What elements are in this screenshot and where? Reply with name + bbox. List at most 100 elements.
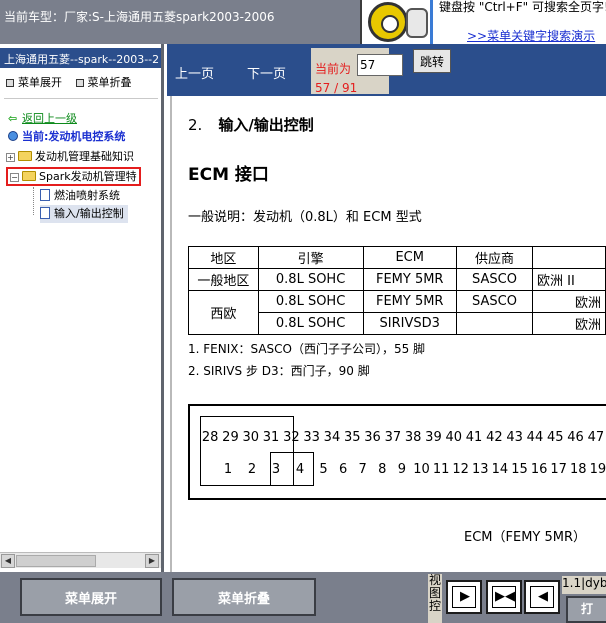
table-header: 引擎 xyxy=(257,246,364,269)
view-split-button[interactable]: ▶◀ xyxy=(486,580,522,614)
connector-pin-label: 4 xyxy=(295,462,305,477)
connector-pin-label: 42 xyxy=(486,430,503,445)
connector-pin-label: 11 xyxy=(432,462,450,477)
connector-pin-label: 29 xyxy=(222,430,239,445)
note-fenix: 1. FENIX：SASCO（西门子子公司），55 脚 xyxy=(188,342,426,356)
keyword-search-demo-link[interactable]: >>菜单关键字搜索演示 xyxy=(467,27,595,44)
connector-pin-label: 7 xyxy=(358,462,367,477)
back-up-level-link[interactable]: ⇦ 返回上一级 xyxy=(8,110,77,128)
expand-icon xyxy=(6,79,14,87)
document-icon xyxy=(40,189,50,201)
tree-item-spark-engine-management[interactable]: − Spark发动机管理特 xyxy=(6,167,141,186)
connector-pin-label: 46 xyxy=(567,430,584,445)
current-page-label: 当前为 xyxy=(315,62,352,76)
connector-pin-label: 3 xyxy=(271,462,281,477)
connector-pin-label: 44 xyxy=(526,430,544,445)
collapse-icon xyxy=(75,79,84,87)
expand-plus-icon[interactable]: + xyxy=(6,153,15,162)
ecm-diagram-caption: ECM（FEMY 5MR） xyxy=(464,530,587,545)
globe-icon xyxy=(8,131,18,141)
connector-pin-label: 43 xyxy=(506,430,523,445)
menu-collapse-button[interactable]: 菜单折叠 xyxy=(172,578,316,616)
table-cell: 欧洲 xyxy=(532,290,606,313)
connector-pin-label: 32 xyxy=(283,430,300,445)
connector-pin-label: 2 xyxy=(247,462,257,477)
status-text: 1.1|dyb xyxy=(562,576,606,594)
connector-pin-label: 34 xyxy=(323,430,341,445)
split-view-icon: ▶◀ xyxy=(495,589,515,604)
next-page-link[interactable]: 下一页 xyxy=(247,63,286,82)
scroll-right-icon[interactable]: ▶ xyxy=(145,554,159,568)
table-header: 地区 xyxy=(188,246,259,269)
view-control-label: 视图控 xyxy=(428,574,442,623)
view-left-button[interactable]: ◀ xyxy=(524,580,560,614)
note-sirivs: 2. SIRIVS 步 D3：西门子，90 脚 xyxy=(188,364,370,378)
tree-item-fuel-injection[interactable]: 燃油喷射系统 xyxy=(40,187,120,205)
connector-pin-label: 8 xyxy=(378,462,387,477)
connector-pin-label: 5 xyxy=(319,462,328,477)
page-count: 57 / 91 xyxy=(315,81,358,95)
page-number-input[interactable] xyxy=(357,54,403,76)
engine-ecm-table: 地区 引擎 ECM 供应商 一般地区 0.8L SOHC FEMY 5MR SA… xyxy=(188,246,606,335)
table-cell: FEMY 5MR xyxy=(362,268,457,291)
connector-pin-label: 14 xyxy=(491,462,509,477)
connector-pin-label: 10 xyxy=(413,462,430,477)
connector-pin-label: 38 xyxy=(404,430,422,445)
table-cell: 西欧 xyxy=(188,290,259,335)
prev-page-link[interactable]: 上一页 xyxy=(175,63,214,82)
collapse-minus-icon[interactable]: − xyxy=(10,173,19,182)
menu-toolbar: 菜单展开 菜单折叠 xyxy=(6,74,142,90)
table-cell xyxy=(455,312,534,335)
table-header-row: 地区 引擎 ECM 供应商 xyxy=(188,246,606,269)
horizontal-scrollbar[interactable]: ◀ ▶ xyxy=(0,552,161,568)
menu-expand-link[interactable]: 菜单展开 xyxy=(6,74,62,90)
scroll-thumb[interactable] xyxy=(16,555,96,567)
table-cell: 一般地区 xyxy=(188,268,259,291)
connector-pin-label: 1 xyxy=(223,462,233,477)
top-bar: 当前车型：厂家:S-上海通用五菱spark2003-2006 键盘按 "Ctrl… xyxy=(0,0,606,44)
jump-button[interactable]: 跳转 xyxy=(413,49,451,73)
connector-pin-label: 39 xyxy=(425,430,442,445)
general-description: 一般说明：发动机（0.8L）和 ECM 型式 xyxy=(188,210,422,225)
menu-expand-button[interactable]: 菜单展开 xyxy=(20,578,162,616)
arrow-right-icon: ▶ xyxy=(460,589,470,604)
ecm-interface-heading: ECM 接口 xyxy=(188,165,269,185)
tree-item-io-control[interactable]: 输入/输出控制 xyxy=(40,205,128,223)
view-right-button[interactable]: ▶ xyxy=(446,580,482,614)
connector-pin-label: 41 xyxy=(465,430,483,445)
bottom-bar: 菜单展开 菜单折叠 视图控 ▶ ▶◀ ◀ 1.1|dyb 打 xyxy=(0,572,606,623)
menu-header: 上海通用五菱--spark--2003--2 xyxy=(0,48,161,68)
connector-pin-label: 31 xyxy=(262,430,280,445)
document-icon xyxy=(40,207,50,219)
menu-collapse-link[interactable]: 菜单折叠 xyxy=(75,74,132,90)
table-header xyxy=(532,246,606,269)
current-car-title: 当前车型：厂家:S-上海通用五菱spark2003-2006 xyxy=(4,10,275,24)
connector-pin-label: 40 xyxy=(445,430,463,445)
table-cell: SIRIVSD3 xyxy=(362,312,457,335)
connector-pin-label: 19 xyxy=(589,462,606,477)
table-cell: 0.8L SOHC xyxy=(257,268,364,291)
back-arrow-icon: ⇦ xyxy=(8,112,18,125)
connector-pin-label: 33 xyxy=(303,430,320,445)
scroll-left-icon[interactable]: ◀ xyxy=(1,554,15,568)
table-cell: 欧洲 xyxy=(532,312,606,335)
table-cell: SASCO xyxy=(455,290,534,313)
search-tip-text: 键盘按 "Ctrl+F" 可搜索全页字! xyxy=(439,0,606,14)
section-title: 2. 输入/输出控制 xyxy=(188,116,314,134)
table-row: 西欧 0.8L SOHC FEMY 5MR SASCO 欧洲 xyxy=(188,290,606,335)
connector-pin-label: 15 xyxy=(511,462,528,477)
page-nav-bar: 上一页 下一页 当前为 57 / 91 跳转 xyxy=(167,44,606,96)
mascot-icon xyxy=(360,0,430,44)
connector-pin-label: 12 xyxy=(452,462,469,477)
tree-connector xyxy=(33,187,34,215)
table-cell: 欧洲 II xyxy=(532,268,606,291)
connector-pin-label: 16 xyxy=(530,462,548,477)
arrow-left-icon: ◀ xyxy=(538,589,548,604)
connector-pin-label: 13 xyxy=(472,462,489,477)
folder-icon xyxy=(18,151,32,161)
table-cell: 0.8L SOHC xyxy=(257,312,364,335)
connector-pin-label: 17 xyxy=(550,462,567,477)
connector-pin-label: 47 xyxy=(587,430,605,445)
print-button[interactable]: 打 xyxy=(566,596,606,623)
tree-item-engine-basics[interactable]: + 发动机管理基础知识 xyxy=(6,148,134,166)
